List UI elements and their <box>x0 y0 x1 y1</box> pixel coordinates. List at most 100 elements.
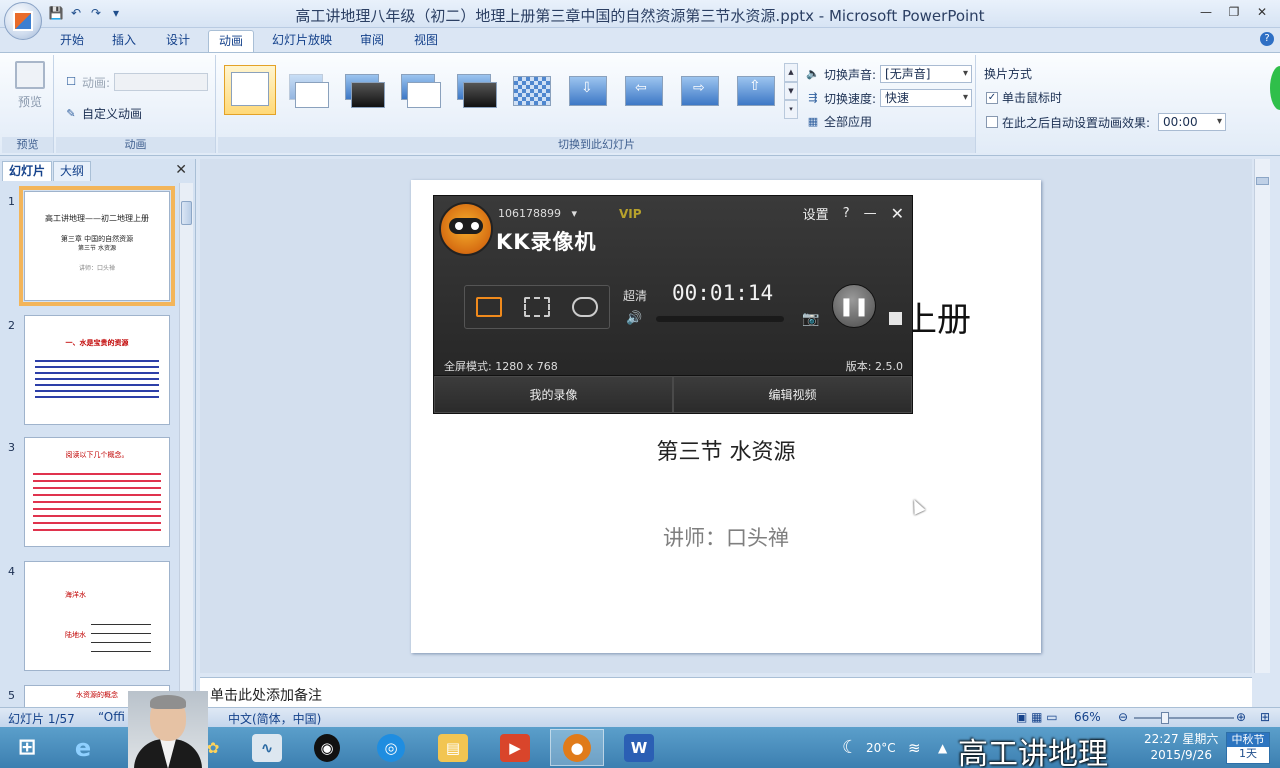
slides-panel-scrollbar[interactable] <box>179 183 193 707</box>
apply-all-icon: ▦ <box>807 114 819 128</box>
auto-advance-checkbox[interactable] <box>986 116 998 128</box>
transition-speed-label: 切换速度: <box>824 91 877 106</box>
clock-date: 2015/9/26 <box>1150 748 1212 762</box>
sound-icon: 🔈 <box>806 67 820 80</box>
preview-group-label: 预览 <box>2 137 53 153</box>
gallery-more-icon[interactable]: ▾ <box>784 100 798 120</box>
transition-speed-select[interactable]: 快速 <box>880 89 973 107</box>
kk-version: 版本: 2.5.0 <box>845 360 903 373</box>
clock[interactable]: 22:27 星期六 2015/9/26 <box>1144 731 1218 763</box>
zoom-out-icon[interactable]: ⊖ <box>1118 710 1128 724</box>
help-icon[interactable]: ? <box>1260 32 1274 46</box>
zoom-level[interactable]: 66% <box>1074 710 1101 724</box>
preview-button[interactable]: 预览 <box>12 61 48 111</box>
gallery-down-icon[interactable]: ▼ <box>784 81 798 101</box>
region-mode-icon[interactable] <box>524 297 550 317</box>
apply-all-button[interactable]: ▦ 全部应用 <box>806 113 872 130</box>
transition-sound-select[interactable]: [无声音] <box>880 65 973 83</box>
tab-slideshow[interactable]: 幻灯片放映 <box>262 30 342 52</box>
panel-close-icon[interactable]: ✕ <box>175 162 187 178</box>
maximize-button[interactable]: ❐ <box>1220 2 1248 22</box>
wifi-icon[interactable]: ≋ <box>908 739 921 757</box>
holiday-badge[interactable]: 中秋节 1天 <box>1226 732 1270 764</box>
slide-subtitle[interactable]: 第三节 水资源 <box>411 434 1041 466</box>
transition-dissolve[interactable] <box>504 65 556 115</box>
slide-editor-scrollbar[interactable] <box>1254 159 1270 673</box>
window-title: 高工讲地理八年级（初二）地理上册第三章中国的自然资源第三节水资源.pptx - … <box>295 7 985 25</box>
taskbar-browser[interactable]: ◎ <box>364 729 418 766</box>
kk-my-videos-button[interactable]: 我的录像 <box>434 376 673 413</box>
transition-fade-smooth[interactable] <box>280 65 332 115</box>
taskbar-kk[interactable]: ● <box>550 729 604 766</box>
gallery-up-icon[interactable]: ▲ <box>784 63 798 82</box>
transition-wipe-up[interactable]: ⇧ <box>728 65 780 115</box>
slide-thumb-1[interactable]: 高工讲地理——初二地理上册 第三章 中国的自然资源 第三节 水资源 讲师：口头禅 <box>19 186 175 306</box>
kk-user-id[interactable]: 106178899 ▾ <box>498 207 577 220</box>
tab-slides[interactable]: 幻灯片 <box>2 161 53 181</box>
taskbar-ie[interactable]: e <box>56 729 110 766</box>
kk-close-icon[interactable]: ✕ <box>891 204 904 223</box>
slide-count: 幻灯片 1/57 <box>8 712 75 726</box>
transition-cut[interactable] <box>392 65 444 115</box>
on-click-checkbox[interactable]: ✓ <box>986 91 998 104</box>
kk-volume-icon[interactable]: 🔊 <box>626 311 642 326</box>
kk-pause-button[interactable]: ❚❚ <box>832 284 876 328</box>
transition-gallery-scroll[interactable]: ▲ ▼ ▾ <box>784 63 798 120</box>
scroll-thumb[interactable] <box>181 201 192 225</box>
custom-animation-button[interactable]: ✎ 自定义动画 <box>64 105 142 122</box>
kk-help-icon[interactable]: ? <box>843 206 850 221</box>
fit-window-icon[interactable]: ⊞ <box>1260 710 1270 724</box>
transition-wipe-down[interactable]: ⇩ <box>560 65 612 115</box>
animation-select[interactable] <box>114 73 209 91</box>
tray-expand-icon[interactable]: ▲ <box>938 741 947 755</box>
slide-thumb-4[interactable]: 海洋水 陆地水 <box>24 561 170 671</box>
tab-review[interactable]: 审阅 <box>350 30 394 52</box>
taskbar-explorer[interactable]: ▤ <box>426 729 480 766</box>
weather-temp[interactable]: 20°C <box>866 741 896 755</box>
zoom-slider-knob[interactable] <box>1161 712 1169 724</box>
scroll-thumb[interactable] <box>1256 177 1269 185</box>
ribbon: 预览 预览 ☐ 动画: ✎ 自定义动画 动画 ⇩ ⇦ ⇨ ⇧ ▲ ▼ ▾ 🔈 切… <box>0 52 1280 156</box>
taskbar-resource-monitor[interactable]: ∿ <box>240 729 294 766</box>
tab-animations[interactable]: 动画 <box>208 30 255 52</box>
transition-none[interactable] <box>224 65 276 115</box>
taskbar-screencast[interactable]: ▶ <box>488 729 542 766</box>
slide-thumb-2[interactable]: 一、水是宝贵的资源 <box>24 315 170 425</box>
zoom-in-icon[interactable]: ⊕ <box>1236 710 1246 724</box>
kk-vip-badge[interactable]: VIP <box>619 207 642 221</box>
close-button[interactable]: ✕ <box>1248 2 1276 22</box>
taskbar-word[interactable]: W <box>612 729 666 766</box>
kk-settings-button[interactable]: 设置 <box>803 204 829 223</box>
tab-home[interactable]: 开始 <box>50 30 94 52</box>
zoom-slider[interactable] <box>1134 717 1234 719</box>
taskbar-qq[interactable]: ◉ <box>300 729 354 766</box>
auto-advance-time-input[interactable]: 00:00 <box>1158 113 1227 131</box>
slide-thumb-3[interactable]: 阅读以下几个概念。 <box>24 437 170 547</box>
office-button[interactable] <box>4 2 42 40</box>
view-buttons[interactable]: ▣ ▦ ▭ <box>1016 710 1058 724</box>
kk-volume-bar[interactable] <box>656 316 784 322</box>
game-mode-icon[interactable] <box>572 297 598 317</box>
ribbon-tabs: 开始 插入 设计 动画 幻灯片放映 审阅 视图 ? <box>0 28 1280 52</box>
kk-edit-video-button[interactable]: 编辑视频 <box>673 376 912 413</box>
kk-quality[interactable]: 超清 <box>623 287 647 304</box>
slide-teacher[interactable]: 讲师：口头禅 <box>411 522 1041 552</box>
transition-wipe-right[interactable]: ⇨ <box>672 65 724 115</box>
kk-record-time: 00:01:14 <box>672 281 774 305</box>
slide-number: 2 <box>8 319 15 332</box>
fullscreen-mode-icon[interactable] <box>476 297 502 317</box>
tab-outline[interactable]: 大纲 <box>53 161 92 181</box>
tab-design[interactable]: 设计 <box>156 30 200 52</box>
kk-minimize-icon[interactable]: — <box>864 206 877 221</box>
transition-cut-black[interactable] <box>448 65 500 115</box>
kk-stop-button[interactable] <box>889 312 902 325</box>
start-button[interactable]: ⊞ <box>0 729 54 766</box>
kk-screenshot-icon[interactable]: 📷 <box>802 311 819 327</box>
tab-view[interactable]: 视图 <box>404 30 448 52</box>
transition-fade-black[interactable] <box>336 65 388 115</box>
minimize-button[interactable]: — <box>1192 2 1220 22</box>
notes-pane[interactable]: 单击此处添加备注 <box>200 677 1252 707</box>
tab-insert[interactable]: 插入 <box>102 30 146 52</box>
language-status[interactable]: 中文(简体，中国) <box>228 710 321 727</box>
transition-wipe-left[interactable]: ⇦ <box>616 65 668 115</box>
